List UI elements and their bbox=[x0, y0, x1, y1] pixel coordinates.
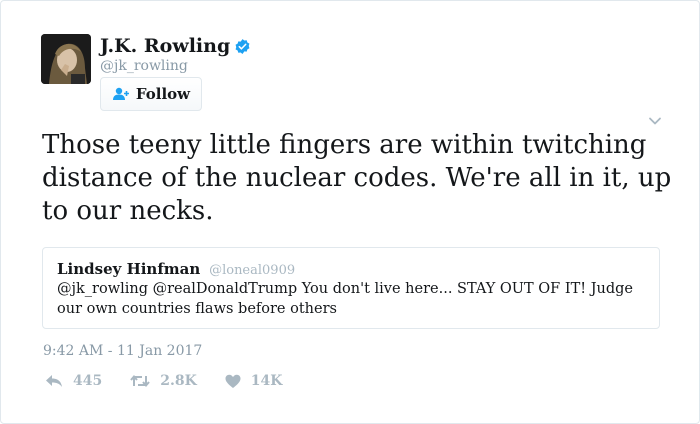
author-name-row[interactable]: J.K. Rowling bbox=[100, 35, 251, 57]
retweet-count: 2.8K bbox=[160, 373, 197, 389]
add-user-icon bbox=[112, 87, 130, 101]
reply-button[interactable]: 445 bbox=[45, 373, 102, 389]
avatar[interactable] bbox=[41, 34, 91, 84]
tweet-timestamp[interactable]: 9:42 AM - 11 Jan 2017 bbox=[43, 343, 202, 359]
author-handle[interactable]: @jk_rowling bbox=[100, 58, 188, 74]
quoted-author-name: Lindsey Hinfman bbox=[57, 260, 201, 278]
reply-count: 445 bbox=[73, 373, 103, 389]
retweet-button[interactable]: 2.8K bbox=[130, 373, 197, 389]
quoted-tweet-header: Lindsey Hinfman @loneal0909 bbox=[57, 260, 645, 278]
quoted-tweet-text: @jk_rowling @realDonaldTrump You don't l… bbox=[57, 281, 633, 317]
tweet-actions: 445 2.8K 14K bbox=[45, 373, 310, 389]
quoted-author-handle: @loneal0909 bbox=[209, 263, 296, 278]
follow-button-label: Follow bbox=[135, 85, 191, 103]
reply-icon bbox=[46, 375, 62, 387]
follow-button[interactable]: Follow bbox=[100, 77, 202, 111]
like-count: 14K bbox=[250, 373, 283, 389]
retweet-icon bbox=[130, 374, 150, 388]
tweet-text: Those teeny little fingers are within tw… bbox=[42, 130, 672, 226]
author-name[interactable]: J.K. Rowling bbox=[100, 35, 230, 57]
heart-icon bbox=[225, 374, 241, 388]
quoted-tweet[interactable]: Lindsey Hinfman @loneal0909 @jk_rowling … bbox=[42, 247, 660, 329]
verified-badge-icon bbox=[234, 38, 251, 55]
chevron-down-icon[interactable] bbox=[646, 112, 664, 130]
tweet-card: J.K. Rowling @jk_rowling Follow Those te… bbox=[0, 0, 700, 424]
avatar-image bbox=[41, 34, 91, 84]
like-button[interactable]: 14K bbox=[225, 373, 283, 389]
